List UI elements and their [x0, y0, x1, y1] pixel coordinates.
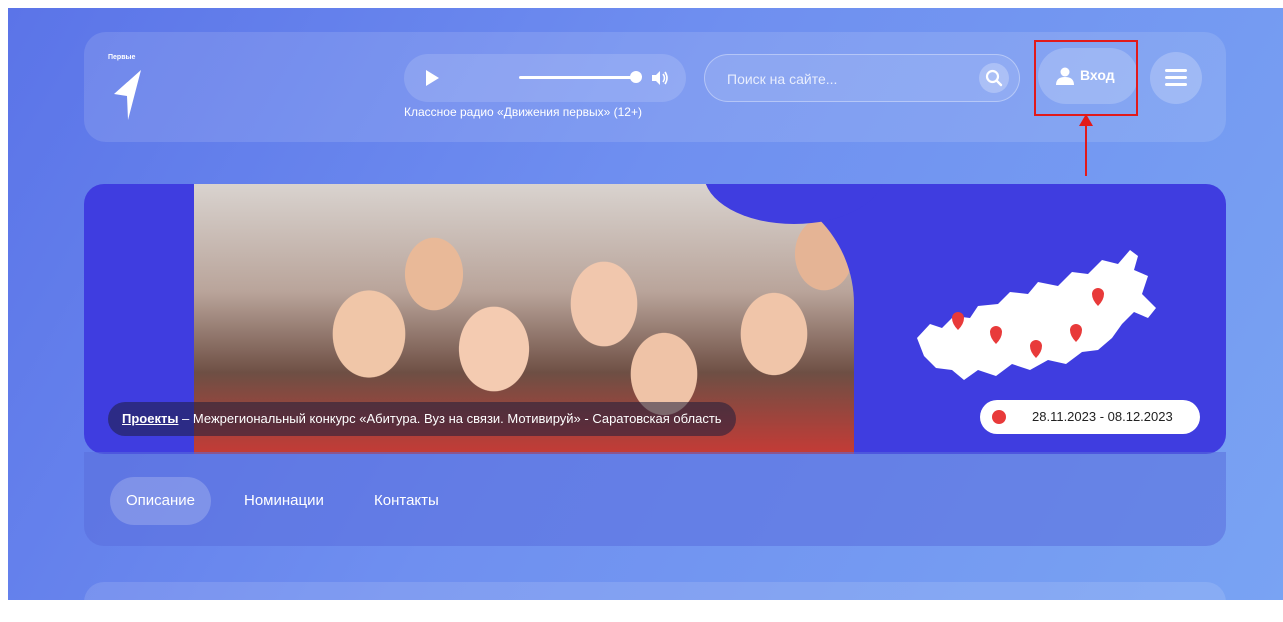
search-button[interactable]	[979, 63, 1009, 93]
event-dates-badge: 28.11.2023 - 08.12.2023	[980, 400, 1200, 434]
login-highlight-box	[1034, 40, 1138, 116]
menu-icon-bar	[1165, 83, 1187, 86]
search-bar	[704, 54, 1020, 102]
volume-slider-track[interactable]	[519, 76, 636, 79]
russia-map-icon	[917, 250, 1156, 380]
logo-text: Первые	[108, 54, 136, 61]
event-dates: 28.11.2023 - 08.12.2023	[1032, 409, 1173, 424]
breadcrumb: Проекты – Межрегиональный конкурс «Абиту…	[108, 402, 736, 436]
play-icon[interactable]	[422, 68, 442, 88]
search-input[interactable]	[725, 67, 969, 91]
tab-contacts[interactable]: Контакты	[358, 477, 455, 525]
menu-icon-bar	[1165, 76, 1187, 79]
menu-button[interactable]	[1150, 52, 1202, 104]
breadcrumb-text: – Межрегиональный конкурс «Абитура. Вуз …	[178, 411, 722, 426]
menu-icon-bar	[1165, 69, 1187, 72]
tab-nominations[interactable]: Номинации	[228, 477, 340, 525]
volume-slider-thumb[interactable]	[630, 71, 642, 83]
logo-arrow-icon	[114, 70, 141, 120]
radio-caption: Классное радио «Движения первых» (12+)	[404, 105, 642, 119]
site-logo[interactable]: Первые	[108, 54, 148, 124]
volume-icon[interactable]	[650, 68, 670, 88]
search-icon	[985, 69, 1003, 87]
breadcrumb-link-projects[interactable]: Проекты	[122, 411, 178, 426]
radio-player	[404, 54, 686, 102]
status-dot	[992, 410, 1006, 424]
project-banner: Проекты – Межрегиональный конкурс «Абиту…	[84, 184, 1226, 454]
pointer-arrow-line	[1085, 124, 1087, 176]
content-panel	[84, 582, 1226, 622]
tab-description[interactable]: Описание	[110, 477, 212, 525]
